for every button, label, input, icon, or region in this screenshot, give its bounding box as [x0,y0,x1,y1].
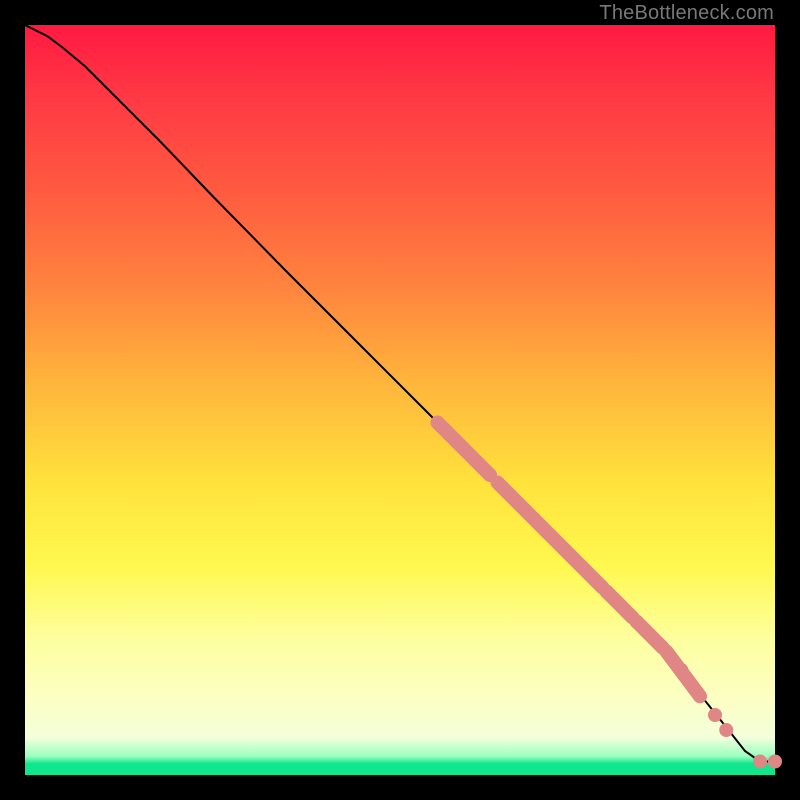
plot-overlay [25,25,775,775]
highlight-group [438,423,783,769]
highlight-point [768,755,782,769]
highlight-point [753,755,767,769]
highlight-segment [498,483,603,588]
highlight-point [674,663,688,677]
highlight-segment [636,621,662,647]
highlight-segment [438,423,491,476]
chart-container: TheBottleneck.com [0,0,800,800]
watermark-text: TheBottleneck.com [599,2,774,25]
highlight-point [708,708,722,722]
highlight-segment [606,591,632,617]
highlight-point [719,723,733,737]
